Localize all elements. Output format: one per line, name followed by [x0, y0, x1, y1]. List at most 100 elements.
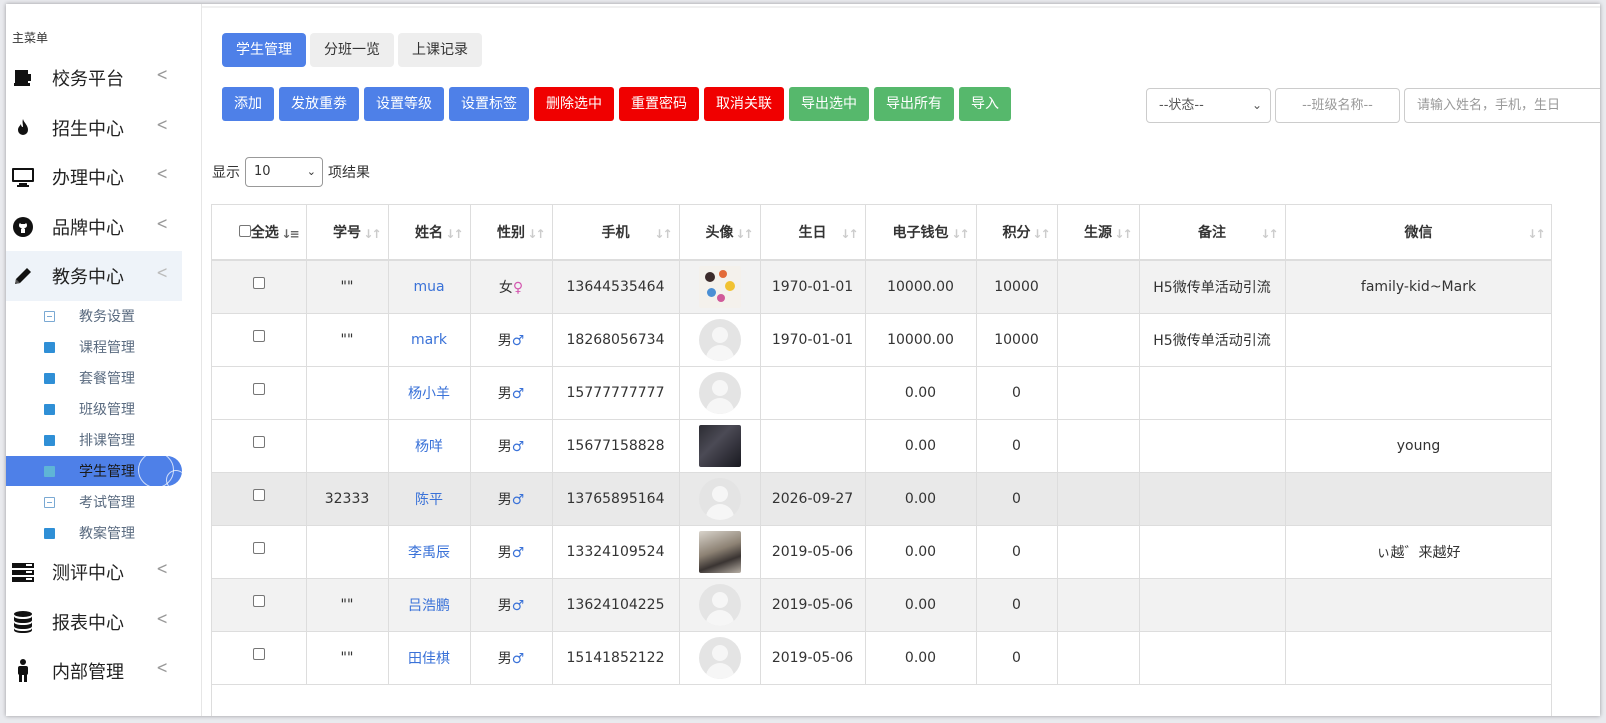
status-select[interactable]: --状态-- ⌄: [1146, 88, 1271, 123]
reset-password-button[interactable]: 重置密码: [619, 87, 699, 121]
column-header[interactable]: 生日 ↓↑: [760, 205, 866, 261]
class-name-input[interactable]: --班级名称--: [1275, 88, 1400, 123]
sidebar-subitem-students[interactable]: 学生管理: [6, 456, 182, 486]
default-avatar-icon[interactable]: [698, 583, 741, 626]
phone-cell: 15777777777: [552, 366, 680, 420]
student-name-link[interactable]: mua: [413, 279, 444, 295]
sidebar-subitem-packages[interactable]: 套餐管理: [6, 363, 182, 393]
row-checkbox[interactable]: [252, 488, 265, 501]
avatar-photo[interactable]: [698, 265, 741, 308]
student-name-link[interactable]: 杨咩: [415, 439, 443, 455]
birthday-cell: 2019-05-06: [760, 578, 866, 632]
default-avatar-icon[interactable]: [698, 477, 741, 520]
column-header[interactable]: 电子钱包 ↓↑: [865, 205, 977, 261]
tab-class-records[interactable]: 上课记录: [398, 33, 482, 67]
sidebar-item-academic[interactable]: 教务中心 <: [6, 251, 182, 301]
sidebar-item-assessment[interactable]: 测评中心 <: [6, 547, 182, 597]
column-header[interactable]: 头像 ↓↑: [679, 205, 761, 261]
table-row: 李禹辰 男♂ 13324109524 2019-05-06 0.00 0 ぃ越゛来越好: [212, 525, 1551, 579]
sidebar-subitem-schedule[interactable]: 排课管理: [6, 425, 182, 455]
tab-students[interactable]: 学生管理: [222, 33, 306, 67]
sort-icon[interactable]: ↓↑: [1260, 227, 1278, 241]
row-checkbox[interactable]: [252, 382, 265, 395]
points-cell: 0: [976, 525, 1058, 579]
student-name-link[interactable]: 陈平: [415, 492, 443, 508]
row-checkbox[interactable]: [252, 594, 265, 607]
sidebar-subitem-label: 课程管理: [79, 340, 135, 356]
sidebar-subitem-lesson-plans[interactable]: 教案管理: [6, 518, 182, 548]
points-cell: 0: [976, 472, 1058, 526]
import-button[interactable]: 导入: [959, 87, 1011, 121]
student-name-link[interactable]: 李禹辰: [408, 545, 450, 561]
student-name-link[interactable]: 田佳棋: [408, 651, 450, 667]
sort-icon[interactable]: ↓↑: [527, 227, 545, 241]
column-header[interactable]: 性别 ↓↑: [470, 205, 553, 261]
default-avatar-icon[interactable]: [698, 318, 741, 361]
row-checkbox[interactable]: [252, 647, 265, 660]
points-cell: 0: [976, 366, 1058, 420]
column-header[interactable]: 生源 ↓↑: [1057, 205, 1140, 261]
sidebar-item-brand[interactable]: 品牌中心 <: [6, 202, 182, 252]
column-header[interactable]: 积分 ↓↑: [976, 205, 1058, 261]
set-level-button[interactable]: 设置等级: [364, 87, 444, 121]
sidebar-subitem-classes[interactable]: 班级管理: [6, 394, 182, 424]
sidebar-item-handle[interactable]: 办理中心 <: [6, 152, 182, 202]
column-header[interactable]: 学号 ↓↑: [306, 205, 389, 261]
student-name-cell: 吕浩鹏: [388, 578, 471, 632]
unlink-button[interactable]: 取消关联: [704, 87, 784, 121]
chevron-down-icon: ⌄: [1251, 98, 1262, 112]
select-all-checkbox[interactable]: [238, 225, 251, 237]
export-selected-button[interactable]: 导出选中: [789, 87, 869, 121]
student-name-cell: 田佳棋: [388, 631, 471, 685]
sort-asc-icon[interactable]: ↓≡: [281, 227, 299, 241]
sort-icon[interactable]: ↓↑: [363, 227, 381, 241]
points-cell: 10000: [976, 313, 1058, 367]
sidebar-item-reports[interactable]: 报表中心 <: [6, 597, 182, 647]
gender-cell: 男♂: [470, 631, 553, 685]
row-checkbox[interactable]: [252, 541, 265, 554]
sort-icon[interactable]: ↓↑: [735, 227, 753, 241]
column-header[interactable]: 微信 ↓↑: [1285, 205, 1551, 261]
sidebar-item-campus[interactable]: 校务平台 <: [6, 53, 182, 103]
column-header[interactable]: 备注 ↓↑: [1139, 205, 1286, 261]
sidebar-subitem-courses[interactable]: 课程管理: [6, 332, 182, 362]
sort-icon[interactable]: ↓↑: [654, 227, 672, 241]
collapse-icon: [44, 310, 55, 322]
avatar-photo[interactable]: [698, 424, 741, 467]
sidebar-subitem-label: 教务设置: [79, 309, 135, 325]
sort-icon[interactable]: ↓↑: [445, 227, 463, 241]
avatar-photo[interactable]: [698, 530, 741, 573]
sort-icon[interactable]: ↓↑: [1527, 227, 1545, 241]
column-header[interactable]: 手机 ↓↑: [552, 205, 680, 261]
student-name-link[interactable]: 吕浩鹏: [408, 598, 450, 614]
issue-coupon-button[interactable]: 发放重劵: [279, 87, 359, 121]
student-name-link[interactable]: 杨小羊: [408, 386, 450, 402]
set-tag-button[interactable]: 设置标签: [449, 87, 529, 121]
column-header[interactable]: 姓名 ↓↑: [388, 205, 471, 261]
sidebar-item-internal[interactable]: 内部管理 <: [6, 646, 182, 696]
column-header-select[interactable]: 全选 ↓≡: [212, 205, 307, 261]
sort-icon[interactable]: ↓↑: [840, 227, 858, 241]
add-button[interactable]: 添加: [222, 87, 274, 121]
main-content: 学生管理 分班一览 上课记录 添加 发放重劵 设置等级 设置标签 删除选中 重置…: [202, 4, 1600, 716]
tab-class-overview[interactable]: 分班一览: [310, 33, 394, 67]
sidebar-subitem-exams[interactable]: 考试管理: [6, 487, 182, 517]
sort-icon[interactable]: ↓↑: [1114, 227, 1132, 241]
page-size-select[interactable]: 10 ⌄: [245, 157, 323, 187]
gender-label: 男♂: [497, 491, 525, 508]
student-name-link[interactable]: mark: [411, 332, 447, 348]
search-input[interactable]: 请输入姓名，手机，生日: [1404, 88, 1600, 123]
sort-icon[interactable]: ↓↑: [951, 227, 969, 241]
fire-icon: [10, 115, 36, 141]
row-checkbox[interactable]: [252, 435, 265, 448]
row-checkbox[interactable]: [252, 276, 265, 289]
row-checkbox[interactable]: [252, 329, 265, 342]
export-all-button[interactable]: 导出所有: [874, 87, 954, 121]
github-icon: [10, 214, 36, 240]
default-avatar-icon[interactable]: [698, 371, 741, 414]
sort-icon[interactable]: ↓↑: [1032, 227, 1050, 241]
default-avatar-icon[interactable]: [698, 636, 741, 679]
sidebar-item-enroll[interactable]: 招生中心 <: [6, 103, 182, 153]
sidebar-subitem-settings[interactable]: 教务设置: [6, 301, 182, 331]
delete-selected-button[interactable]: 删除选中: [534, 87, 614, 121]
